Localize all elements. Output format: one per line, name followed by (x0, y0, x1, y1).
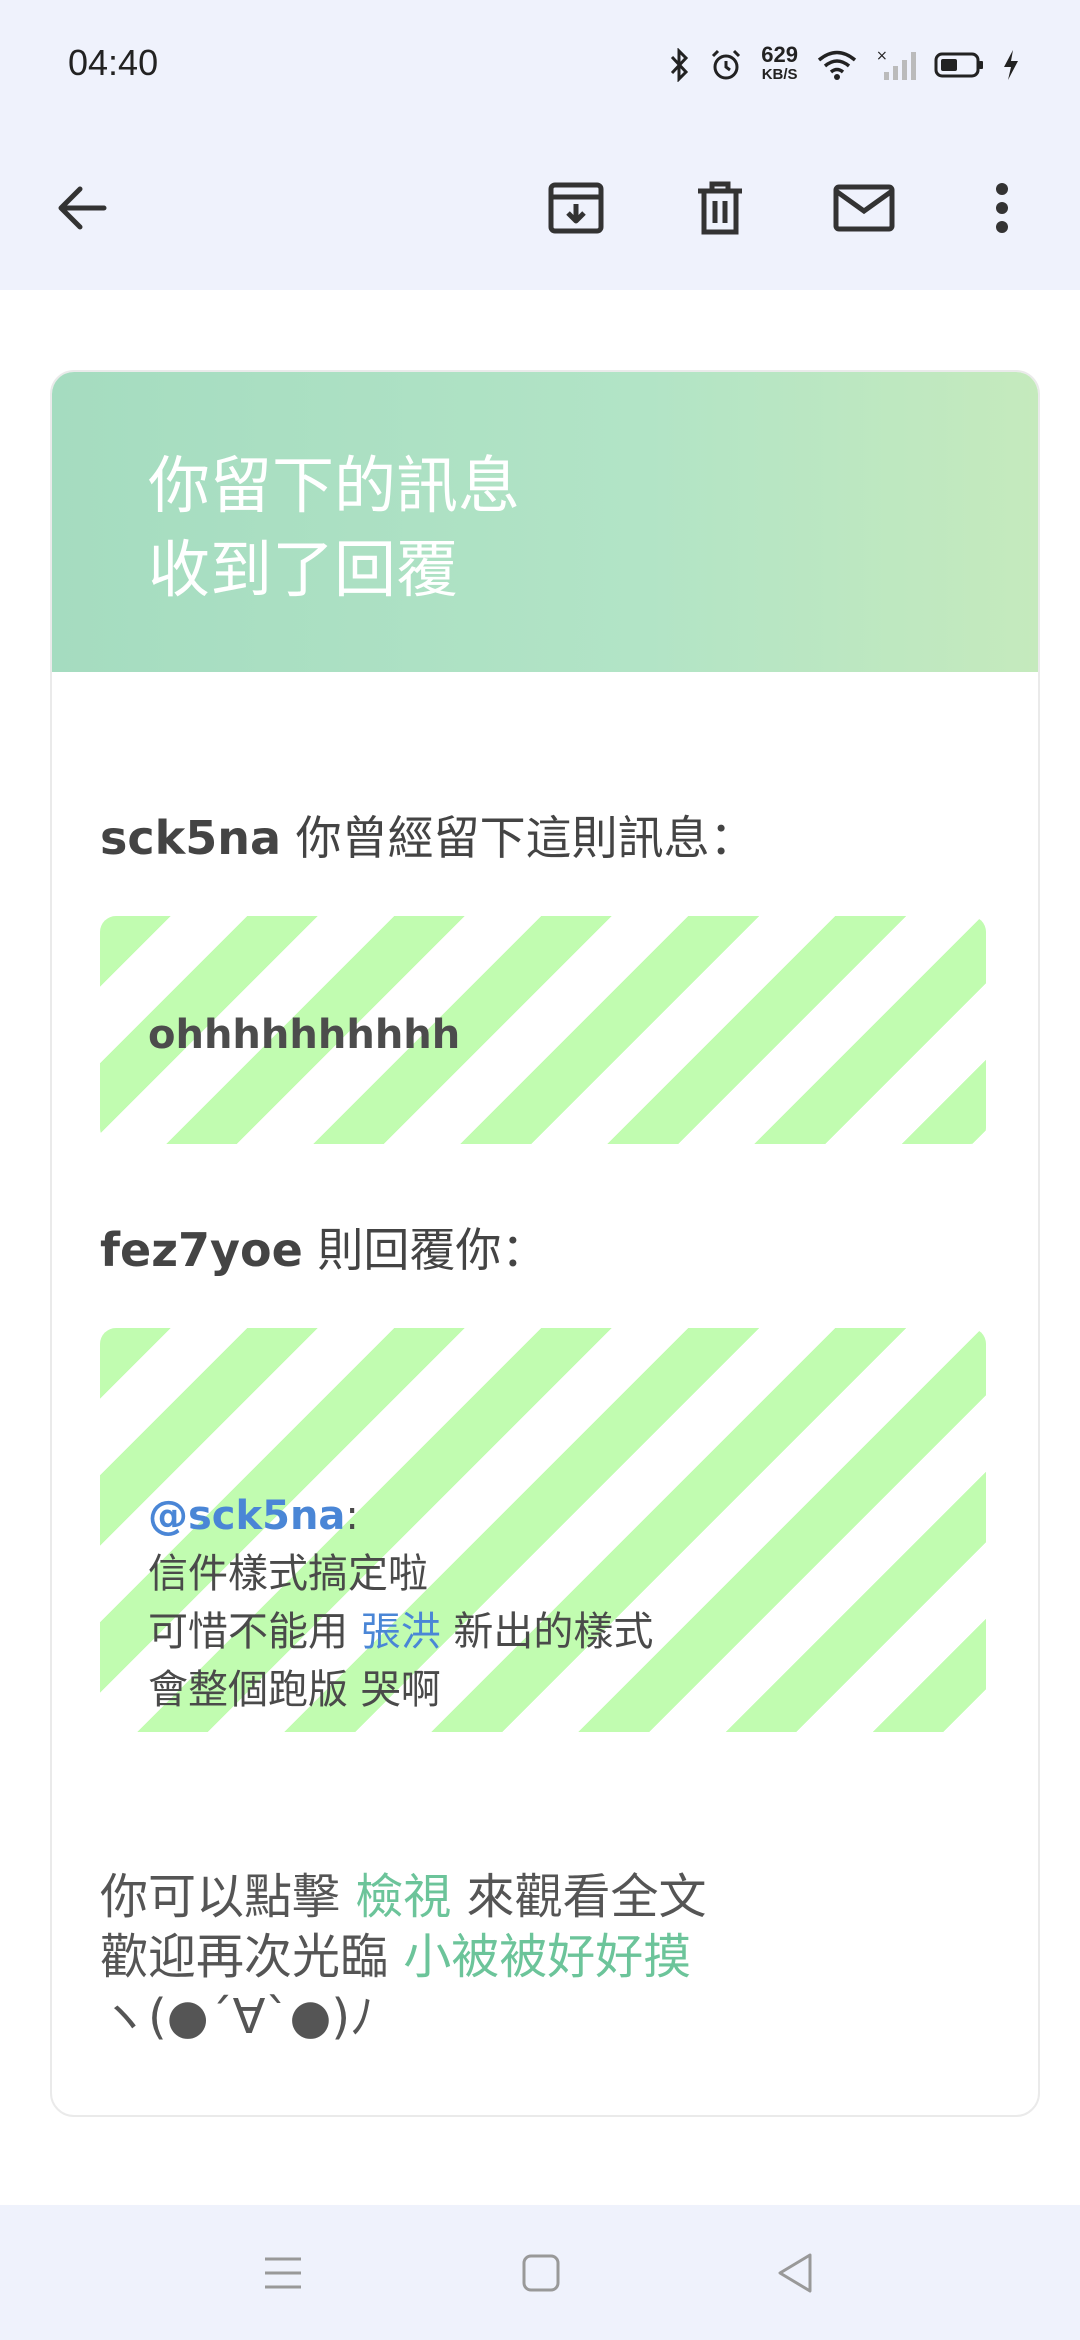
recents-button[interactable] (248, 2240, 318, 2310)
archive-button[interactable] (526, 160, 626, 260)
footer-line-1-prefix: 你可以點擊 (100, 1869, 356, 1925)
mail-icon (832, 183, 896, 237)
reply-message: @sck5na: 信件樣式搞定啦 可惜不能用 張洪 新出的樣式 會整個跑版 哭啊 (148, 1487, 653, 1719)
footer-line-2: 歡迎再次光臨 小被被好好摸 (100, 1927, 707, 1987)
signal-icon: × (876, 48, 916, 82)
footer-line-1-suffix: 來觀看全文 (451, 1869, 707, 1925)
email-banner: 你留下的訊息 收到了回覆 (52, 372, 1038, 672)
net-speed-unit: KB/S (761, 66, 798, 83)
menu-icon (263, 2255, 303, 2295)
replier-name: fez7yoe (100, 1223, 303, 1277)
sender-name: sck5na (100, 811, 282, 865)
reply-line-3: 會整個跑版 哭啊 (148, 1667, 441, 1713)
user-link[interactable]: 張洪 (361, 1609, 441, 1655)
view-link[interactable]: 檢視 (355, 1869, 451, 1925)
sender-line: sck5na 你曾經留下這則訊息： (100, 802, 756, 868)
net-speed-value: 629 (761, 42, 798, 67)
email-card: 你留下的訊息 收到了回覆 sck5na 你曾經留下這則訊息： ohhhhhhhh… (50, 370, 1040, 2117)
footer-text: 你可以點擊 檢視 來觀看全文 歡迎再次光臨 小被被好好摸 ヽ(●´∀`●)ﾉ (100, 1867, 707, 2047)
net-speed: 629 KB/S (761, 42, 798, 85)
replier-suffix: 則回覆你： (302, 1223, 548, 1277)
status-icons: 629 KB/S × (669, 40, 1020, 90)
footer-kaomoji: ヽ(●´∀`●)ﾉ (100, 1989, 375, 2045)
delete-button[interactable] (670, 160, 770, 260)
banner-title: 你留下的訊息 收到了回覆 (148, 449, 521, 606)
replier-line: fez7yoe 則回覆你： (100, 1214, 547, 1280)
back-button[interactable] (32, 160, 132, 260)
archive-icon (547, 179, 605, 241)
back-arrow-icon (54, 183, 110, 237)
status-time: 04:40 (68, 42, 159, 83)
alarm-icon (709, 48, 743, 82)
mention-suffix: : (345, 1493, 359, 1539)
reply-line-2-suffix: 新出的樣式 (440, 1609, 654, 1655)
trash-icon (694, 179, 746, 241)
reply-line-1: 信件樣式搞定啦 (148, 1551, 428, 1597)
system-back-button[interactable] (760, 2240, 830, 2310)
home-square-icon (521, 2253, 561, 2297)
back-triangle-icon (775, 2251, 815, 2299)
reply-mention-line: @sck5na: (148, 1487, 653, 1545)
more-button[interactable] (952, 160, 1052, 260)
footer-line-2-prefix: 歡迎再次光臨 (100, 1929, 404, 1985)
svg-text:×: × (876, 48, 888, 64)
mark-unread-button[interactable] (814, 160, 914, 260)
more-vert-icon (995, 182, 1009, 238)
bluetooth-icon (669, 48, 691, 82)
mention-link[interactable]: @sck5na (148, 1493, 345, 1539)
footer-line-1: 你可以點擊 檢視 來觀看全文 (100, 1867, 707, 1927)
original-message: ohhhhhhhhhh (148, 1012, 461, 1058)
reply-line-2-prefix: 可惜不能用 (148, 1609, 361, 1655)
wifi-icon (816, 49, 858, 81)
battery-icon (934, 51, 984, 79)
reply-line-2: 可惜不能用 張洪 新出的樣式 (148, 1603, 653, 1661)
status-bar: 04:40 629 KB/S × (0, 0, 1080, 130)
sender-suffix: 你曾經留下這則訊息： (281, 811, 756, 865)
home-button[interactable] (506, 2240, 576, 2310)
email-content: 你留下的訊息 收到了回覆 sck5na 你曾經留下這則訊息： ohhhhhhhh… (0, 290, 1080, 2205)
toolbar (0, 130, 1080, 290)
site-link[interactable]: 小被被好好摸 (403, 1929, 691, 1985)
navigation-bar (0, 2205, 1080, 2340)
charging-icon (1002, 49, 1020, 81)
